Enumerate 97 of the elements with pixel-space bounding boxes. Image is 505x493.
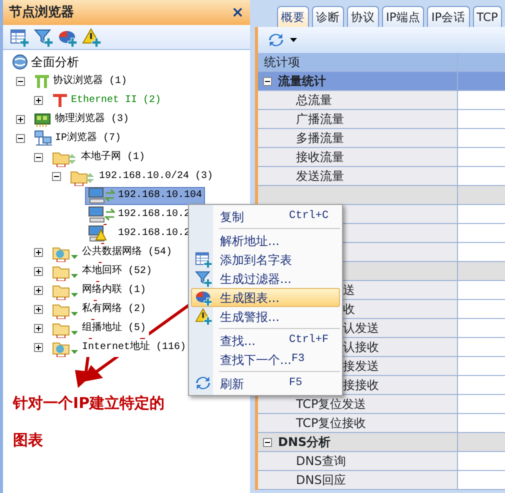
menu-item[interactable]: 解析地址... xyxy=(191,231,340,250)
table-cell xyxy=(458,319,505,337)
computer-icon xyxy=(88,186,115,204)
table-add-button[interactable] xyxy=(9,27,29,47)
expander[interactable] xyxy=(34,248,43,257)
table-add-icon xyxy=(194,251,212,268)
expander[interactable] xyxy=(34,153,43,162)
cell-text: TCP复位发送 xyxy=(296,396,366,413)
tab[interactable]: IP端点 xyxy=(382,6,424,27)
group-cell[interactable]: DNS分析 xyxy=(258,433,458,451)
panel-title: 节点浏览器 xyxy=(9,4,74,22)
table-cell xyxy=(458,186,505,204)
table-cell xyxy=(458,167,505,185)
caret-icon xyxy=(290,38,296,42)
expander[interactable] xyxy=(34,305,43,314)
menu-item[interactable]: 查找下一个...F3 xyxy=(191,350,340,369)
group-cell[interactable] xyxy=(258,186,458,204)
table-cell xyxy=(458,129,505,147)
annotation-text: 针对一个IP建立特定的图表 xyxy=(13,393,166,451)
expander[interactable] xyxy=(34,324,43,333)
menu-item[interactable]: 生成过滤器... xyxy=(191,269,340,288)
filter-add-icon xyxy=(34,28,52,46)
menu-item[interactable]: 生成图表... xyxy=(191,288,340,307)
expander[interactable] xyxy=(52,172,61,181)
warning-add-button[interactable] xyxy=(81,27,101,47)
table-cell xyxy=(458,243,505,261)
table-cell xyxy=(458,72,505,90)
cell-text: 认发送 xyxy=(343,320,379,337)
globe-icon xyxy=(12,54,28,72)
tree-item[interactable]: 192.168.10.104 xyxy=(85,186,206,204)
table-cell xyxy=(458,262,505,280)
expander[interactable] xyxy=(16,77,25,86)
group-label: DNS分析 xyxy=(278,434,331,451)
filter-add-button[interactable] xyxy=(33,27,53,47)
expander[interactable] xyxy=(34,343,43,352)
table-cell xyxy=(458,414,505,432)
menu-item[interactable]: 刷新 F5 xyxy=(191,374,340,393)
table-cell xyxy=(458,471,505,489)
cell-text: 认接收 xyxy=(343,339,379,356)
menu-item[interactable]: 查找... Ctrl+F xyxy=(191,331,340,350)
expander[interactable] xyxy=(263,438,272,446)
chart-add-icon xyxy=(194,289,212,306)
table-cell xyxy=(458,300,505,318)
cell-text: 接接收 xyxy=(343,377,379,394)
table-cell xyxy=(458,376,505,394)
expander[interactable] xyxy=(34,96,43,105)
network-card-icon xyxy=(34,110,52,128)
cell-text: 接发送 xyxy=(343,358,379,375)
table-cell xyxy=(458,205,505,223)
expander[interactable] xyxy=(16,115,25,124)
cell-text: 送 xyxy=(343,282,355,299)
table-cell xyxy=(458,148,505,166)
refresh-icon xyxy=(194,375,212,392)
tab[interactable]: 协议 xyxy=(347,6,379,27)
tab[interactable]: 概要 xyxy=(277,6,309,27)
column-header xyxy=(458,53,505,71)
table-cell xyxy=(458,110,505,128)
table-cell xyxy=(458,357,505,375)
expander[interactable] xyxy=(16,134,25,143)
cell-text: 发送流量 xyxy=(296,168,344,185)
expander[interactable] xyxy=(34,286,43,295)
table-cell xyxy=(458,91,505,109)
menu-item[interactable]: 生成警报... xyxy=(191,307,340,326)
group-label: 流量统计 xyxy=(278,73,326,90)
group-cell[interactable]: 流量统计 xyxy=(258,72,458,90)
warning-add-icon xyxy=(194,308,212,325)
tab[interactable]: IP会话 xyxy=(427,6,470,27)
column-header: 统计项 xyxy=(258,53,458,71)
cell-text: TCP复位接收 xyxy=(296,415,366,432)
protocol-icon xyxy=(34,72,50,90)
close-button[interactable]: × xyxy=(231,5,244,20)
table-cell xyxy=(458,395,505,413)
warning-add-icon xyxy=(82,28,100,46)
cell-text: 总流量 xyxy=(296,92,332,109)
cell-text: 收 xyxy=(343,301,355,318)
table-cell xyxy=(458,452,505,470)
expander[interactable] xyxy=(263,76,272,86)
cell-text: 多播流量 xyxy=(296,130,344,147)
tab[interactable]: 诊断 xyxy=(312,6,344,27)
network-icon xyxy=(34,130,52,148)
protocol-icon xyxy=(52,92,68,110)
cell-text: 接收流量 xyxy=(296,149,344,166)
table-cell xyxy=(458,433,505,451)
table-cell xyxy=(458,338,505,356)
table-cell xyxy=(458,281,505,299)
menu-item[interactable]: 复制 Ctrl+C xyxy=(191,207,340,226)
cell-text: 广播流量 xyxy=(296,111,344,128)
computer-icon xyxy=(88,206,115,224)
refresh-icon xyxy=(268,32,284,48)
cell-text: DNS查询 xyxy=(296,453,346,470)
table-cell xyxy=(458,224,505,242)
cell-text: DNS回应 xyxy=(296,472,346,489)
filter-add-icon xyxy=(194,270,212,287)
expander[interactable] xyxy=(34,267,43,276)
menu-item[interactable]: 添加到名字表 xyxy=(191,250,340,269)
table-add-icon xyxy=(10,28,28,46)
tab[interactable]: TCP xyxy=(472,6,502,27)
